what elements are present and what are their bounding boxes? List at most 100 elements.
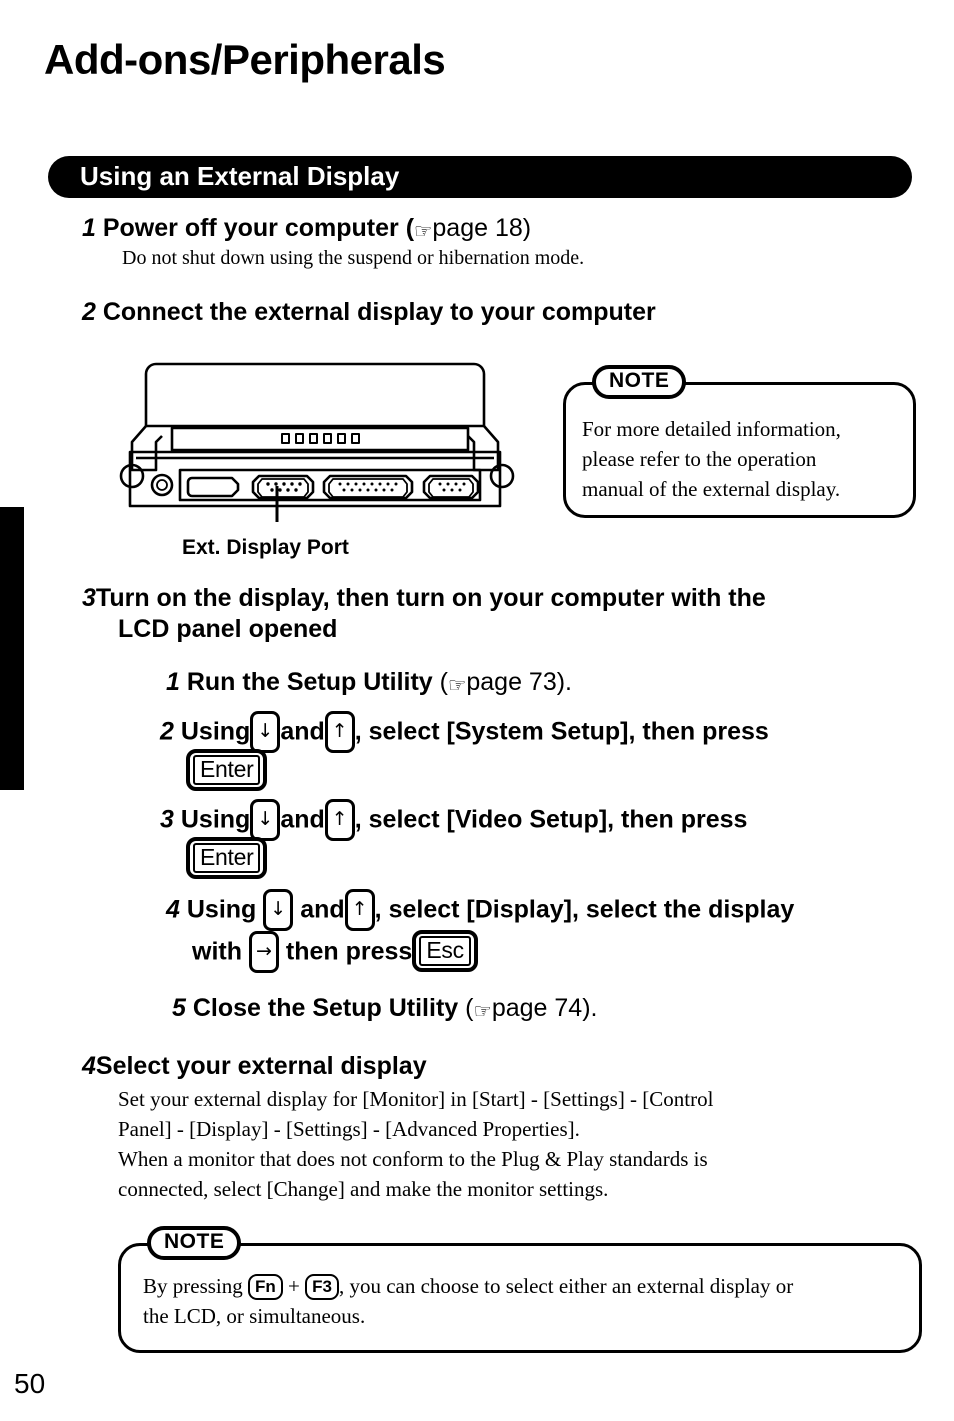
pointing-hand-icon: ☞ bbox=[414, 219, 433, 243]
step-4-body-line-2: Panel] - [Display] - [Settings] - [Advan… bbox=[118, 1117, 580, 1142]
step-2-heading: Connect the external display to your com… bbox=[102, 298, 656, 326]
step-4-heading: Select your external display bbox=[95, 1052, 427, 1080]
step-1-heading: Power off your computer bbox=[102, 214, 399, 242]
arrow-up-key: ↑ bbox=[344, 889, 375, 931]
step-2: 2 Connect the external display to your c… bbox=[82, 298, 922, 327]
section-banner-label: Using an External Display bbox=[80, 160, 400, 191]
substep-2: 2 Using ↓ and ↑, select [System Setup], the… bbox=[160, 711, 769, 793]
step-2-heading-line: 2 Connect the external display to your c… bbox=[82, 298, 922, 327]
substep-1-ref-text: page 73). bbox=[466, 668, 572, 696]
note-box-bottom: NOTE By pressing Fn + F3, you can choose… bbox=[118, 1226, 922, 1353]
note-bottom-text-b: , you can choose to select either an ext… bbox=[338, 1274, 794, 1298]
note-top-line-2: please refer to the operation bbox=[582, 446, 817, 471]
substep-5-line: 5 Close the Setup Utility (☞page 74). bbox=[172, 994, 597, 1023]
note-bottom-text-a: By pressing bbox=[143, 1274, 243, 1298]
substep-3: 3 Using ↓ and ↑, select [Video Setup], then… bbox=[160, 799, 748, 881]
substep-3-text-3: , select [Video Setup], then press bbox=[354, 805, 748, 834]
arrow-down-key: ↓ bbox=[250, 799, 281, 841]
note-bottom-plus: + bbox=[288, 1274, 300, 1298]
step-1-heading-line: 1 Power off your computer (☞page 18) bbox=[82, 214, 922, 243]
note-top-line-3: manual of the external display. bbox=[582, 476, 841, 501]
substep-4-number: 4 bbox=[166, 895, 180, 924]
pointing-hand-icon: ☞ bbox=[473, 999, 492, 1023]
arrow-right-key: → bbox=[248, 931, 279, 973]
substep-5-text: Close the Setup Utility bbox=[192, 994, 459, 1022]
step-3: 3Turn on the display, then turn on your … bbox=[82, 584, 932, 644]
step-2-number: 2 bbox=[82, 298, 96, 326]
substep-4-text-2: and bbox=[300, 895, 345, 924]
step-1-number: 1 bbox=[82, 214, 96, 242]
substep-1-number: 1 bbox=[166, 668, 180, 696]
enter-key: Enter bbox=[186, 837, 268, 879]
step-4-number: 4 bbox=[82, 1052, 96, 1080]
note-label-top: NOTE bbox=[592, 365, 687, 400]
pointing-hand-icon: ☞ bbox=[447, 673, 467, 697]
step-3-heading-2: LCD panel opened bbox=[118, 615, 338, 643]
step-4-body-line-1: Set your external display for [Monitor] … bbox=[118, 1087, 714, 1111]
note-bottom-line-1: By pressing Fn + F3, you can choose to s… bbox=[143, 1272, 897, 1302]
fn-key: Fn bbox=[248, 1274, 283, 1301]
step-1-ref-prefix: ( bbox=[405, 214, 415, 242]
manual-page: Add-ons/Peripherals Using an External Di… bbox=[0, 0, 954, 1421]
step-3-number: 3 bbox=[82, 584, 96, 612]
note-body-top: For more detailed information, please re… bbox=[566, 385, 913, 504]
note-label-bottom: NOTE bbox=[147, 1226, 242, 1261]
substep-3-text-1: Using bbox=[180, 805, 251, 834]
step-4: 4Select your external display Set your e… bbox=[82, 1052, 932, 1204]
esc-key-label: Esc bbox=[419, 936, 471, 966]
ext-display-port-caption: Ext. Display Port bbox=[182, 536, 349, 559]
note-body-bottom: By pressing Fn + F3, you can choose to s… bbox=[121, 1246, 919, 1332]
arrow-down-key: ↓ bbox=[250, 711, 281, 753]
substep-2-line-2: Enter bbox=[186, 749, 769, 793]
substep-4-text-1: Using bbox=[186, 895, 257, 924]
step-4-heading-line: 4Select your external display bbox=[82, 1052, 932, 1081]
substep-3-number: 3 bbox=[160, 805, 174, 834]
substep-2-number: 2 bbox=[160, 717, 174, 746]
arrow-up-key: ↑ bbox=[324, 799, 355, 841]
step-4-body-line-3: When a monitor that does not conform to … bbox=[118, 1147, 708, 1172]
substep-2-text-3: , select [System Setup], then press bbox=[354, 717, 769, 746]
step-1-body: Do not shut down using the suspend or hi… bbox=[122, 247, 585, 269]
arrow-up-key: ↑ bbox=[324, 711, 355, 753]
page-number: 50 bbox=[14, 1368, 46, 1399]
step-3-heading-line-1: 3Turn on the display, then turn on your … bbox=[82, 584, 932, 613]
substep-5-ref-text: page 74). bbox=[491, 994, 598, 1022]
substep-4-text-4: with bbox=[192, 937, 242, 966]
enter-key-label: Enter bbox=[193, 755, 261, 785]
substep-4-line-2: with → then press Esc bbox=[192, 930, 794, 974]
substep-2-text-2: and bbox=[280, 717, 325, 746]
laptop-rear-diagram: Ext. Display Port bbox=[112, 352, 532, 567]
substep-1-ref-prefix: ( bbox=[439, 668, 448, 696]
substep-5-ref-prefix: ( bbox=[465, 994, 474, 1022]
enter-key: Enter bbox=[186, 749, 268, 791]
note-top-line-1: For more detailed information, bbox=[582, 417, 841, 441]
substep-3-text-2: and bbox=[280, 805, 325, 834]
laptop-illustration-svg bbox=[119, 362, 515, 522]
substep-2-text-1: Using bbox=[180, 717, 251, 746]
substep-2-line-1: 2 Using ↓ and ↑, select [System Setup], the… bbox=[160, 711, 769, 754]
arrow-down-key: ↓ bbox=[263, 889, 294, 931]
step-4-body-line-4: connected, select [Change] and make the … bbox=[118, 1177, 609, 1202]
step-1: 1 Power off your computer (☞page 18) Do … bbox=[82, 214, 922, 270]
step-3-heading-1: Turn on the display, then turn on your c… bbox=[95, 584, 766, 612]
page-title: Add-ons/Peripherals bbox=[44, 36, 446, 83]
page-edge-tab bbox=[0, 507, 24, 790]
substep-4: 4 Using ↓ and ↑, select [Display], select… bbox=[166, 889, 795, 974]
substep-4-text-3: , select [Display], select the display bbox=[374, 895, 795, 924]
note-bottom-line-2: the LCD, or simultaneous. bbox=[143, 1303, 366, 1328]
substep-5: 5 Close the Setup Utility (☞page 74). bbox=[172, 994, 597, 1023]
substep-3-line-1: 3 Using ↓ and ↑, select [Video Setup], then… bbox=[160, 799, 748, 842]
substep-4-text-5: then press bbox=[285, 937, 413, 966]
enter-key-label: Enter bbox=[193, 843, 261, 873]
step-1-ref-text: page 18) bbox=[432, 214, 532, 242]
substep-3-line-2: Enter bbox=[186, 837, 747, 881]
section-banner: Using an External Display bbox=[48, 156, 912, 198]
f3-key: F3 bbox=[305, 1274, 339, 1301]
substep-1-text: Run the Setup Utility bbox=[186, 668, 433, 696]
esc-key: Esc bbox=[412, 930, 478, 972]
substep-5-number: 5 bbox=[172, 994, 186, 1022]
note-box-top: NOTE For more detailed information, plea… bbox=[563, 365, 916, 518]
substep-4-line-1: 4 Using ↓ and ↑, select [Display], select… bbox=[166, 889, 795, 932]
substep-1: 1 Run the Setup Utility (☞page 73). bbox=[166, 668, 572, 697]
step-4-body: Set your external display for [Monitor] … bbox=[118, 1084, 932, 1204]
